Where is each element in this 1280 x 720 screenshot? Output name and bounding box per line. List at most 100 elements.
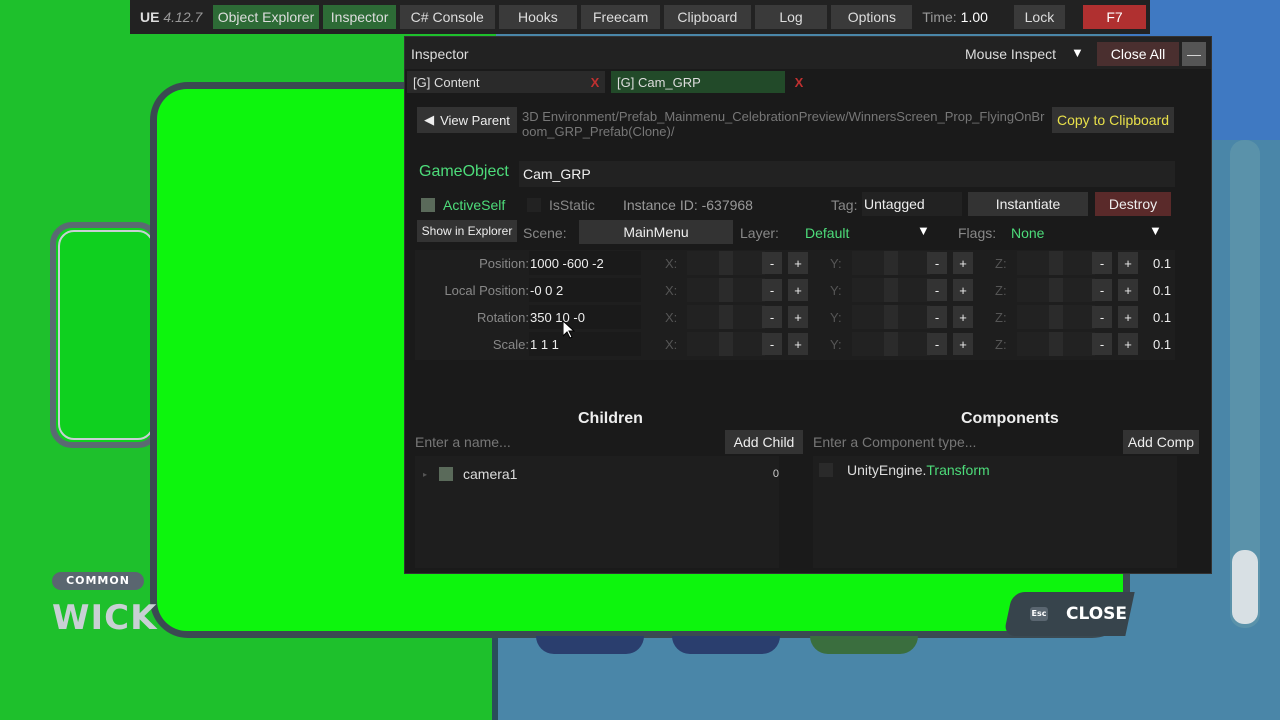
axis-slider[interactable] [687, 305, 765, 329]
axis-slider[interactable] [852, 332, 930, 356]
left-arrow-icon: ◀ [424, 112, 435, 127]
decrement-button[interactable]: - [762, 279, 782, 301]
axis-slider[interactable] [687, 332, 765, 356]
decrement-button[interactable]: - [927, 306, 947, 328]
dropdown-arrow-icon[interactable]: ▼ [1149, 223, 1162, 238]
flags-dropdown[interactable]: None [1011, 225, 1044, 241]
instantiate-button[interactable]: Instantiate [968, 192, 1088, 216]
increment-button[interactable]: + [788, 333, 808, 355]
view-parent-button[interactable]: ◀ View Parent [417, 107, 517, 133]
increment-button[interactable]: + [1118, 279, 1138, 301]
game-bottom-button-3[interactable] [810, 636, 918, 654]
decrement-button[interactable]: - [1092, 333, 1112, 355]
increment-button[interactable]: + [788, 252, 808, 274]
axis-slider[interactable] [1017, 332, 1095, 356]
scene-button[interactable]: MainMenu [579, 220, 733, 244]
tab-hooks[interactable]: Hooks [498, 5, 578, 29]
dropdown-arrow-icon[interactable]: ▼ [917, 223, 930, 238]
instance-id-label: Instance ID: [623, 197, 698, 213]
inspector-tab-content[interactable]: [G] Content [407, 71, 605, 93]
axis-slider[interactable] [852, 251, 930, 275]
increment-button[interactable]: + [953, 333, 973, 355]
checkbox[interactable] [439, 467, 453, 481]
axis-label: X: [665, 283, 678, 298]
add-child-button[interactable]: Add Child [725, 430, 803, 454]
decrement-button[interactable]: - [762, 333, 782, 355]
increment-button[interactable]: + [1118, 306, 1138, 328]
decrement-button[interactable]: - [1092, 306, 1112, 328]
add-component-button[interactable]: Add Comp [1123, 430, 1199, 454]
tab-clipboard[interactable]: Clipboard [664, 5, 751, 29]
increment-button[interactable]: + [1118, 252, 1138, 274]
mouse-cursor-icon [563, 321, 575, 339]
inspector-tab-cam-grp[interactable]: [G] Cam_GRP [611, 71, 785, 93]
game-bottom-button-2[interactable] [672, 636, 780, 654]
checkbox[interactable] [527, 198, 541, 212]
list-item[interactable]: ▸ camera1 0 [423, 462, 779, 486]
tag-input[interactable]: Untagged [862, 192, 962, 216]
decrement-button[interactable]: - [1092, 252, 1112, 274]
increment-button[interactable]: + [788, 279, 808, 301]
decrement-button[interactable]: - [927, 279, 947, 301]
axis-slider[interactable] [852, 278, 930, 302]
component-type-input[interactable]: Enter a Component type... [807, 430, 1119, 454]
tab-object-explorer[interactable]: Object Explorer [212, 5, 320, 29]
tab-options[interactable]: Options [831, 5, 913, 29]
close-all-button[interactable]: Close All [1097, 42, 1179, 66]
time-scale-input[interactable]: 1.00 [961, 5, 1014, 29]
tab-log[interactable]: Log [754, 5, 828, 29]
child-name-input[interactable]: Enter a name... [409, 430, 721, 454]
step-value-input[interactable]: 0.1 [1153, 337, 1171, 352]
close-tab-icon[interactable]: X [789, 71, 809, 93]
mouse-inspect-dropdown[interactable]: Mouse Inspect [965, 46, 1056, 62]
expand-arrow-icon[interactable]: ▸ [423, 470, 439, 479]
list-item[interactable]: UnityEngine.Transform [819, 462, 990, 478]
destroy-button[interactable]: Destroy [1095, 192, 1171, 216]
step-value-input[interactable]: 0.1 [1153, 283, 1171, 298]
axis-label: Y: [830, 337, 842, 352]
game-side-frame-inner [58, 230, 154, 440]
is-static-toggle[interactable]: IsStatic [527, 197, 595, 213]
game-bottom-button-1[interactable] [536, 636, 644, 654]
copy-to-clipboard-button[interactable]: Copy to Clipboard [1052, 107, 1174, 133]
axis-slider[interactable] [687, 251, 765, 275]
increment-button[interactable]: + [788, 306, 808, 328]
axis-slider[interactable] [1017, 251, 1095, 275]
show-in-explorer-button[interactable]: Show in Explorer [417, 220, 517, 242]
increment-button[interactable]: + [1118, 333, 1138, 355]
increment-button[interactable]: + [953, 252, 973, 274]
hide-ui-hotkey-button[interactable]: F7 [1083, 5, 1147, 29]
minimize-button[interactable]: — [1182, 42, 1206, 66]
decrement-button[interactable]: - [927, 333, 947, 355]
step-value-input[interactable]: 0.1 [1153, 256, 1171, 271]
decrement-button[interactable]: - [762, 306, 782, 328]
transform-value-input[interactable]: -0 0 2 [529, 278, 641, 302]
close-tab-icon[interactable]: X [585, 71, 605, 93]
decrement-button[interactable]: - [1092, 279, 1112, 301]
checkbox[interactable] [819, 463, 833, 477]
game-scrollbar-thumb[interactable] [1232, 550, 1258, 624]
decrement-button[interactable]: - [927, 252, 947, 274]
increment-button[interactable]: + [953, 306, 973, 328]
inspector-header[interactable]: Inspector Mouse Inspect ▼ Close All — [405, 37, 1211, 69]
step-value-input[interactable]: 0.1 [1153, 310, 1171, 325]
increment-button[interactable]: + [953, 279, 973, 301]
axis-slider[interactable] [687, 278, 765, 302]
gameobject-name-input[interactable]: Cam_GRP [519, 161, 1175, 187]
transform-value-input[interactable]: 350 10 -0 [529, 305, 641, 329]
axis-slider[interactable] [1017, 278, 1095, 302]
active-self-toggle[interactable]: ActiveSelf [421, 197, 505, 213]
tab-csharp-console[interactable]: C# Console [400, 5, 495, 29]
game-close-button[interactable]: Esc CLOSE [1003, 592, 1135, 636]
layer-dropdown[interactable]: Default [805, 225, 849, 241]
tab-inspector[interactable]: Inspector [323, 5, 396, 29]
transform-value-input[interactable]: 1 1 1 [529, 332, 641, 356]
transform-value-input[interactable]: 1000 -600 -2 [529, 251, 641, 275]
decrement-button[interactable]: - [762, 252, 782, 274]
checkbox[interactable] [421, 198, 435, 212]
tab-freecam[interactable]: Freecam [581, 5, 660, 29]
axis-slider[interactable] [852, 305, 930, 329]
dropdown-arrow-icon[interactable]: ▼ [1071, 45, 1084, 60]
axis-slider[interactable] [1017, 305, 1095, 329]
lock-time-button[interactable]: Lock [1013, 5, 1066, 29]
